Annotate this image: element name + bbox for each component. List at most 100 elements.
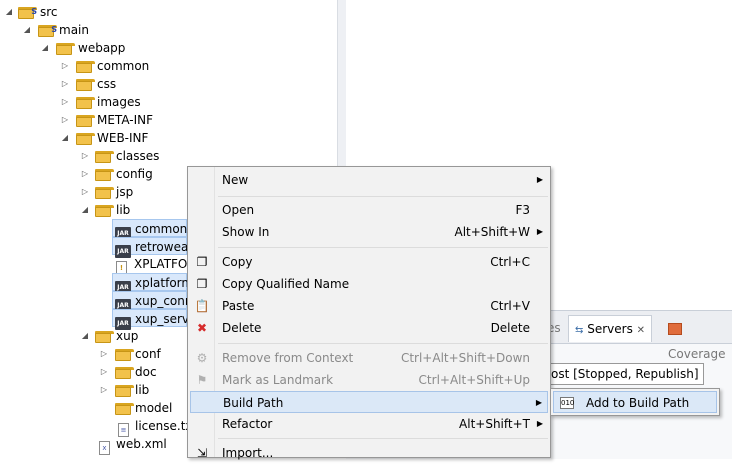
server-entry[interactable]: ost [Stopped, Republish] (546, 363, 704, 385)
submenu-arrow-icon: ▶ (536, 419, 543, 428)
folder-icon (56, 41, 75, 55)
menu-shortcut: Ctrl+Alt+Shift+Up (418, 373, 530, 387)
tree-item-webapp[interactable]: ◢ webapp (0, 39, 140, 57)
folder-icon (95, 167, 114, 181)
folder-icon (76, 113, 95, 127)
menu-separator (218, 343, 548, 344)
tree-item-lib[interactable]: ◢ lib (0, 201, 180, 219)
menu-label: Paste (222, 299, 255, 313)
tree-item-label: webapp (78, 41, 126, 55)
menu-item-import[interactable]: ⇲ Import... (190, 442, 548, 464)
tree-item-doc[interactable]: ▷ doc (0, 363, 186, 381)
tree-item-xup-lib[interactable]: ▷ lib (0, 381, 186, 399)
menu-label: Refactor (222, 417, 273, 431)
tree-item-web-inf[interactable]: ◢ WEB-INF (0, 129, 160, 147)
servers-icon: ⇆ (575, 325, 584, 336)
tree-item-meta-inf[interactable]: ▷ META-INF (0, 111, 160, 129)
expanded-twisty-icon[interactable]: ◢ (40, 39, 50, 57)
menu-shortcut: Ctrl+Alt+Shift+Down (400, 351, 530, 365)
tab-label: Coverage (668, 347, 726, 361)
close-tab-icon[interactable]: ✕ (637, 325, 645, 336)
folder-icon (95, 329, 114, 343)
tree-item-label: jsp (116, 185, 134, 199)
tree-item-xup[interactable]: ◢ xup (0, 327, 180, 345)
tree-item-jar-retroweaver[interactable]: JAR retroweav (112, 237, 195, 258)
tree-item-label: commons (135, 222, 194, 236)
tree-item-web-xml[interactable]: x web.xml (0, 435, 186, 455)
tree-item-xplatform-file[interactable]: ! XPLATFOI (112, 255, 191, 275)
xml-file-icon: x (99, 437, 115, 455)
tree-item-config[interactable]: ▷ config (0, 165, 180, 183)
tree-item-label: xup_conn (135, 294, 193, 308)
tab-label: Servers (587, 322, 633, 336)
menu-label: Import... (222, 446, 274, 460)
collapsed-twisty-icon[interactable]: ▷ (99, 363, 109, 381)
tree-item-main[interactable]: ◢ S main (0, 21, 120, 39)
tab-servers[interactable]: ⇆ Servers ✕ (568, 315, 653, 342)
menu-item-delete[interactable]: ✖ Delete Delete (190, 317, 548, 339)
tree-item-jsp[interactable]: ▷ jsp (0, 183, 180, 201)
menu-item-new[interactable]: New ▶ (190, 169, 548, 191)
tree-item-common[interactable]: ▷ common (0, 57, 160, 75)
menu-separator (218, 438, 548, 439)
collapsed-twisty-icon[interactable]: ▷ (99, 345, 109, 363)
jar-icon: JAR (115, 240, 131, 258)
tree-item-jar-xplatform[interactable]: JAR xplatform (112, 273, 193, 294)
tree-item-label: xplatform (135, 276, 194, 290)
collapsed-twisty-icon[interactable]: ▷ (60, 111, 70, 129)
jar-icon: JAR (115, 294, 131, 312)
package-folder-icon: S (38, 23, 57, 37)
menu-shortcut: Alt+Shift+T (459, 417, 530, 431)
tree-item-images[interactable]: ▷ images (0, 93, 160, 111)
menu-label: New (222, 173, 249, 187)
collapsed-twisty-icon[interactable]: ▷ (80, 147, 90, 165)
tree-item-jar-commons[interactable]: JAR commons (112, 219, 194, 240)
tree-item-label: lib (135, 383, 150, 397)
tree-item-jar-xup-service[interactable]: JAR xup_servic (112, 309, 199, 330)
submenu-arrow-icon: ▶ (535, 398, 542, 407)
menu-separator (218, 247, 548, 248)
tree-item-label: common (97, 59, 150, 73)
menu-item-copy[interactable]: ❐ Copy Ctrl+C (190, 251, 548, 273)
tree-item-label: lib (116, 203, 131, 217)
tree-item-conf[interactable]: ▷ conf (0, 345, 186, 363)
expanded-twisty-icon[interactable]: ◢ (80, 327, 90, 345)
collapsed-twisty-icon[interactable]: ▷ (80, 165, 90, 183)
tree-item-license[interactable]: ≡ license.txt (0, 417, 197, 437)
tree-item-jar-xup-conn[interactable]: JAR xup_conn (112, 291, 192, 312)
menu-item-copy-qualified-name[interactable]: ❐ Copy Qualified Name (190, 273, 548, 295)
menu-item-build-path[interactable]: Build Path ▶ (190, 391, 548, 413)
collapsed-twisty-icon[interactable]: ▷ (80, 183, 90, 201)
submenu-arrow-icon: ▶ (536, 227, 543, 236)
tab-coverage[interactable]: Coverage (662, 315, 732, 361)
menu-item-paste[interactable]: 📋 Paste Ctrl+V (190, 295, 548, 317)
tree-item-classes[interactable]: ▷ classes (0, 147, 180, 165)
folder-icon (115, 383, 134, 397)
menu-item-show-in[interactable]: Show In Alt+Shift+W ▶ (190, 221, 548, 243)
menu-item-remove-from-context: ⚙ Remove from Context Ctrl+Alt+Shift+Dow… (190, 347, 548, 369)
tree-item-src[interactable]: ◢ S src (0, 3, 100, 21)
collapsed-twisty-icon[interactable]: ▷ (99, 381, 109, 399)
collapsed-twisty-icon[interactable]: ▷ (60, 75, 70, 93)
tree-item-model[interactable]: model (0, 399, 186, 417)
tree-item-label: src (40, 5, 58, 19)
collapsed-twisty-icon[interactable]: ▷ (60, 57, 70, 75)
menu-item-add-to-build-path[interactable]: 010 Add to Build Path (553, 391, 717, 413)
menu-item-open[interactable]: Open F3 (190, 199, 548, 221)
expanded-twisty-icon[interactable]: ◢ (60, 129, 70, 147)
tree-item-label: classes (116, 149, 160, 163)
collapsed-twisty-icon[interactable]: ▷ (60, 93, 70, 111)
context-menu: New ▶ Open F3 Show In Alt+Shift+W ▶ ❐ Co… (187, 166, 551, 460)
folder-icon (76, 95, 95, 109)
menu-item-refactor[interactable]: Refactor Alt+Shift+T ▶ (190, 413, 548, 435)
tree-item-label: model (135, 401, 173, 415)
expanded-twisty-icon[interactable]: ◢ (22, 21, 32, 39)
remove-context-icon: ⚙ (196, 351, 208, 365)
landmark-icon: ⚑ (196, 373, 208, 387)
expanded-twisty-icon[interactable]: ◢ (4, 3, 14, 21)
expanded-twisty-icon[interactable]: ◢ (80, 201, 90, 219)
tree-item-css[interactable]: ▷ css (0, 75, 160, 93)
folder-icon (115, 401, 134, 415)
tree-item-label: conf (135, 347, 161, 361)
tree-item-label: doc (135, 365, 157, 379)
